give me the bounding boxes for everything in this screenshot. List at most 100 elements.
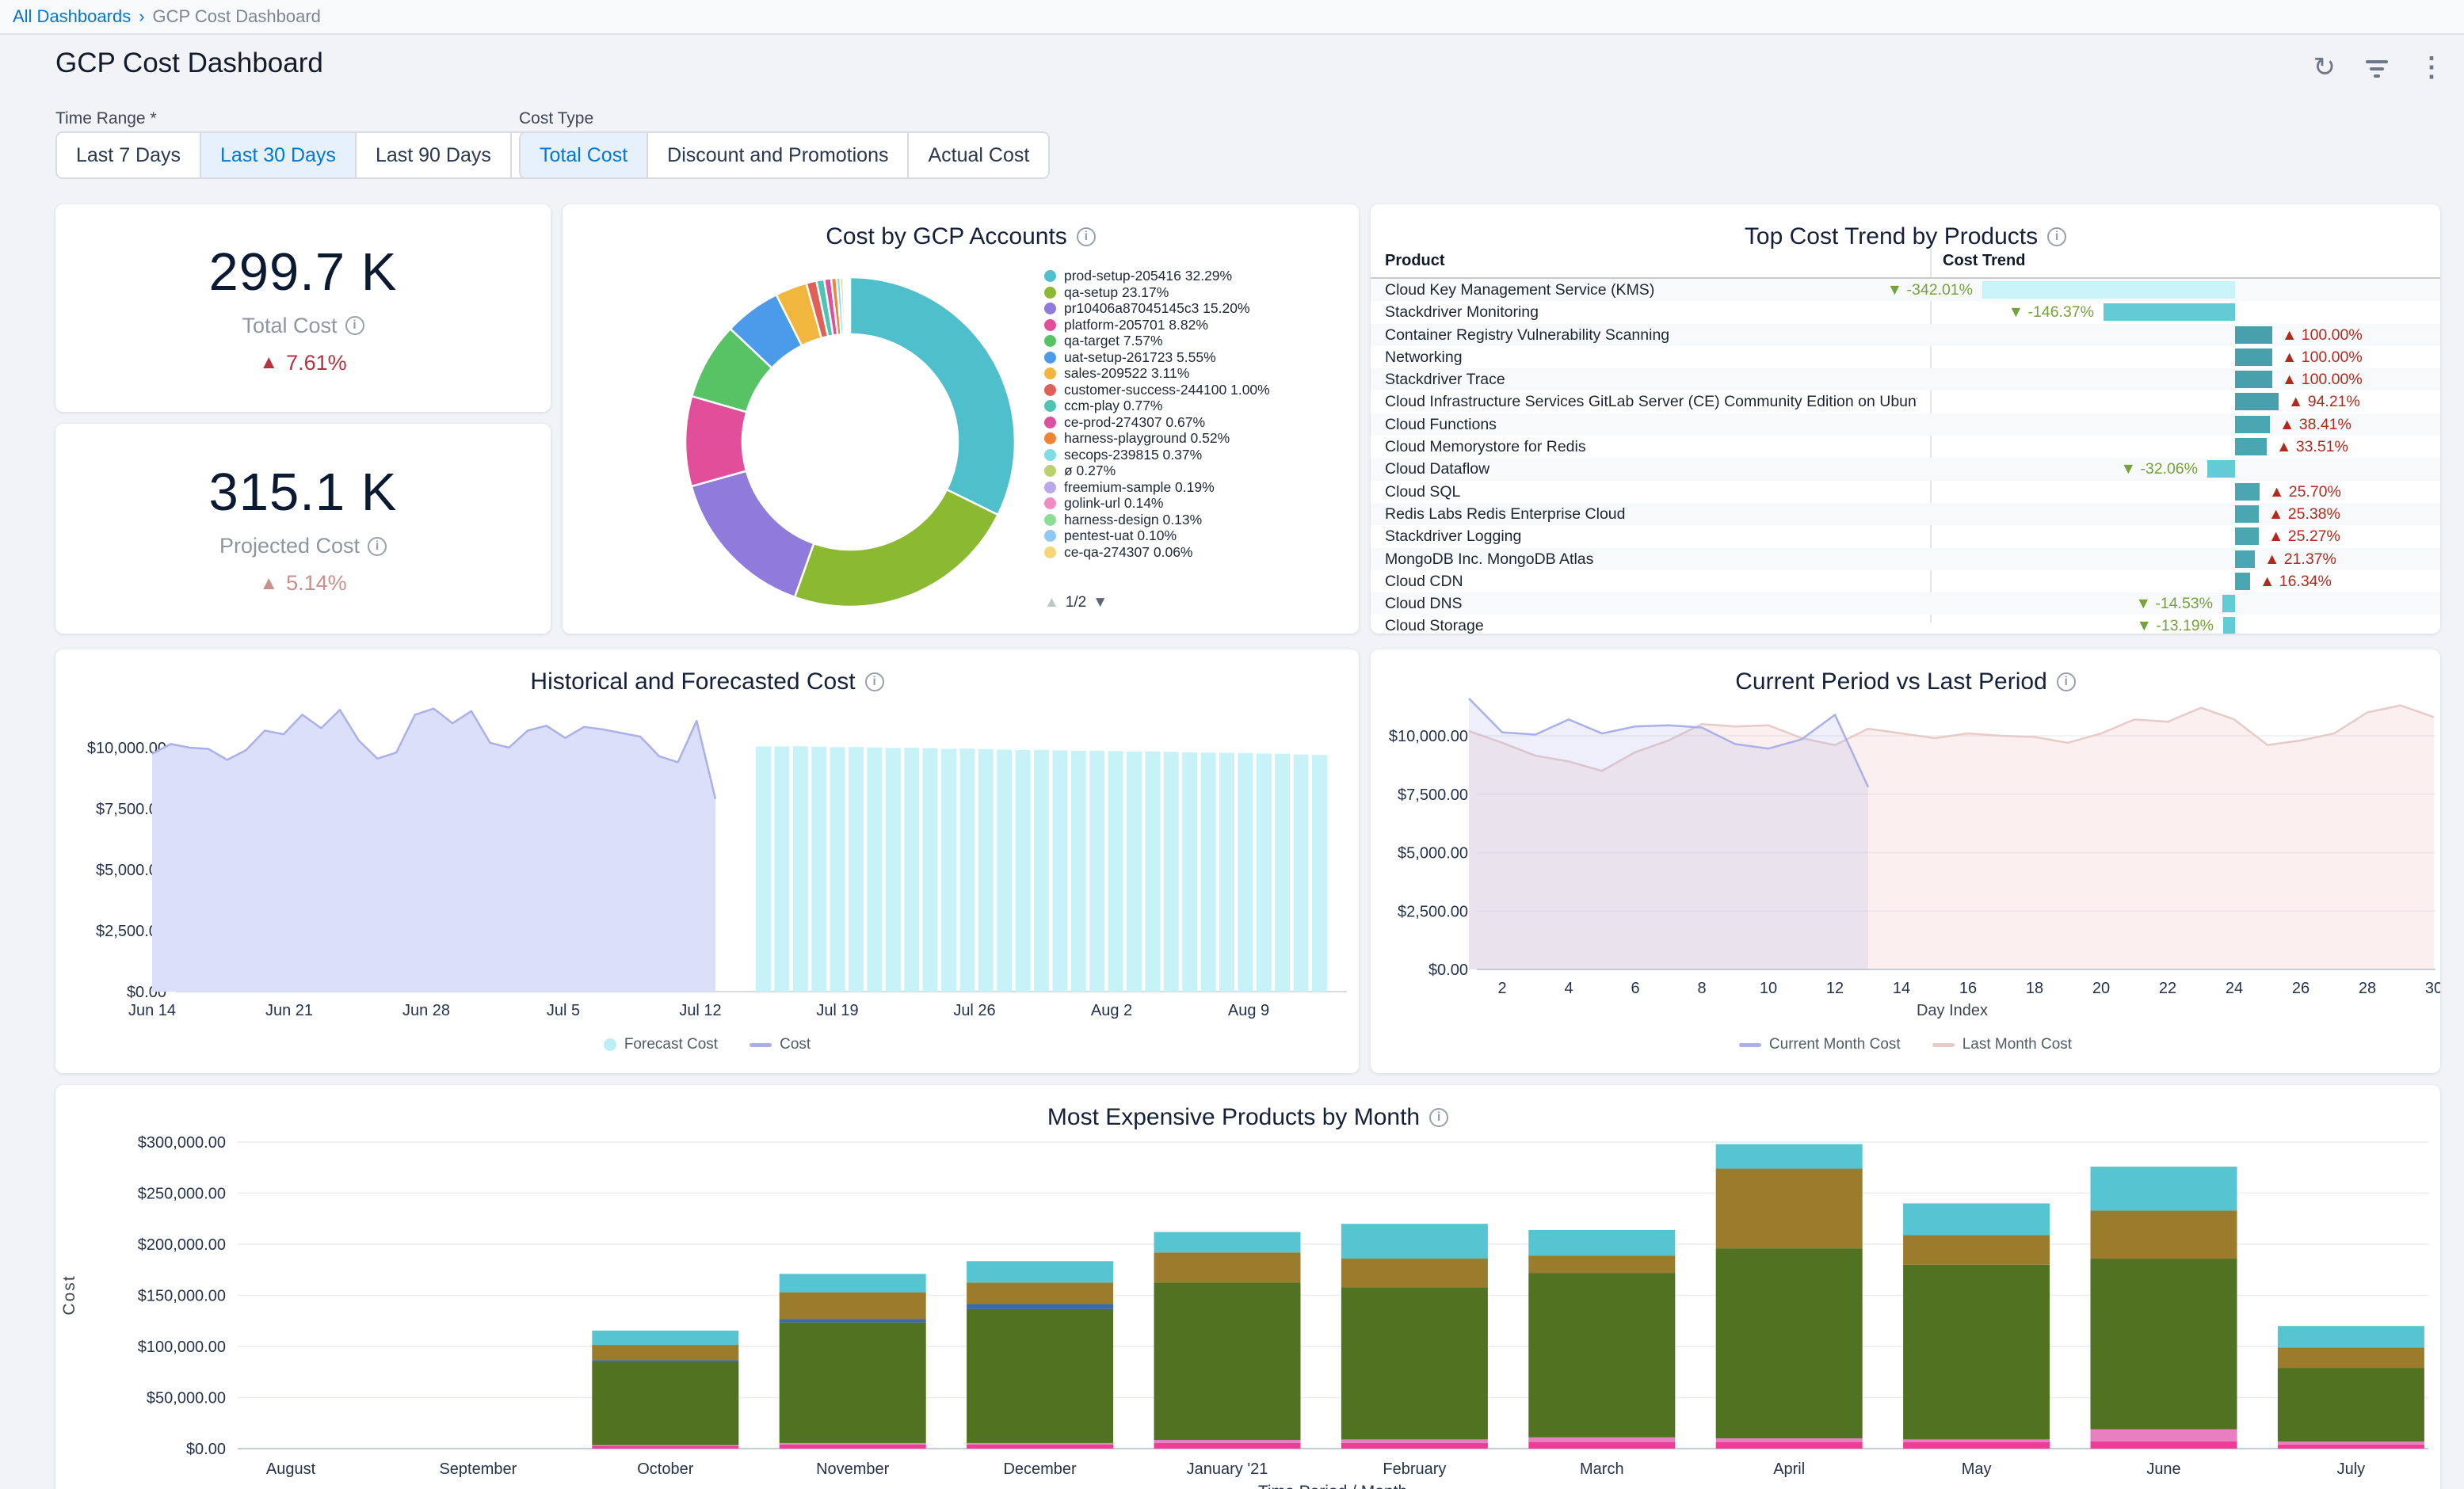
trend-bar <box>2223 617 2235 634</box>
legend-item[interactable]: golink-url 0.14% <box>1044 495 1339 512</box>
legend-page-up-icon[interactable]: ▲ <box>1044 594 1059 611</box>
total-cost-value: 299.7 K <box>209 242 398 303</box>
svg-text:$0.00: $0.00 <box>186 1441 226 1458</box>
legend-item[interactable]: Last Month Cost <box>1932 1036 2072 1053</box>
trend-bar <box>2222 595 2235 612</box>
svg-text:May: May <box>1962 1460 1992 1478</box>
product-name: Cloud Functions <box>1385 416 1497 434</box>
svg-text:10: 10 <box>1760 980 1777 997</box>
legend-item[interactable]: uat-setup-261723 5.55% <box>1044 349 1339 366</box>
trend-percent: ▲ 33.51% <box>2276 438 2348 456</box>
gcp-cost-dashboard-page: All Dashboards › GCP Cost Dashboard GCP … <box>0 0 2464 1489</box>
table-row[interactable]: Cloud Memorystore for Redis ▲ 33.51% <box>1371 436 2440 458</box>
table-row[interactable]: Cloud Infrastructure Services GitLab Ser… <box>1371 390 2440 413</box>
legend-swatch <box>1044 432 1056 444</box>
product-name: Cloud Storage <box>1385 617 1484 634</box>
table-row[interactable]: Stackdriver Logging▲ 25.27% <box>1371 525 2440 547</box>
time-range-last-7-days[interactable]: Last 7 Days <box>57 133 200 177</box>
svg-text:$0.00: $0.00 <box>1428 962 1468 979</box>
column-header-cost-trend[interactable]: Cost Trend <box>1943 252 2025 270</box>
table-row[interactable]: Cloud Storage ▼ -13.19% <box>1371 615 2440 634</box>
trend-percent: ▲ 100.00% <box>2282 371 2363 389</box>
trend-bar <box>2235 438 2267 455</box>
legend-item[interactable]: qa-setup 23.17% <box>1044 284 1339 301</box>
breadcrumb-all-dashboards-link[interactable]: All Dashboards <box>13 6 131 27</box>
legend-label: prod-setup-205416 32.29% <box>1064 268 1232 284</box>
legend-swatch <box>1044 303 1056 314</box>
svg-text:December: December <box>1003 1460 1077 1478</box>
table-row[interactable]: Cloud Key Management Service (KMS)▼ -342… <box>1371 279 2440 301</box>
legend-item[interactable]: Forecast Cost <box>604 1036 718 1053</box>
table-row[interactable]: Container Registry Vulnerability Scannin… <box>1371 324 2440 346</box>
legend-item[interactable]: secops-239815 0.37% <box>1044 447 1339 463</box>
svg-text:$7,500.00: $7,500.00 <box>1398 786 1468 804</box>
legend-swatch <box>1044 335 1056 347</box>
legend-item[interactable]: ø 0.27% <box>1044 463 1339 479</box>
svg-text:6: 6 <box>1631 980 1639 997</box>
legend-item[interactable]: Current Month Cost <box>1739 1036 1901 1053</box>
table-row[interactable]: Cloud Dataflow▼ -32.06% <box>1371 458 2440 480</box>
time-range-last-30-days[interactable]: Last 30 Days <box>200 133 355 177</box>
breadcrumb-chevron-icon: › <box>139 6 144 27</box>
time-range-last-90-days[interactable]: Last 90 Days <box>355 133 510 177</box>
info-icon[interactable]: i <box>1077 227 1096 246</box>
total-cost-delta: 7.61% <box>286 351 347 375</box>
svg-text:$250,000.00: $250,000.00 <box>138 1186 226 1203</box>
svg-text:2: 2 <box>1497 980 1506 997</box>
legend-item[interactable]: harness-design 0.13% <box>1044 512 1339 528</box>
svg-text:Jul 19: Jul 19 <box>816 1002 858 1019</box>
legend-page-down-icon[interactable]: ▼ <box>1093 594 1108 611</box>
svg-text:Jul 26: Jul 26 <box>953 1002 995 1019</box>
legend-item[interactable]: freemium-sample 0.19% <box>1044 479 1339 496</box>
table-row[interactable]: Cloud DNS▼ -14.53% <box>1371 592 2440 615</box>
table-row[interactable]: Stackdriver Trace▲ 100.00% <box>1371 368 2440 390</box>
legend-item[interactable]: pentest-uat 0.10% <box>1044 527 1339 544</box>
table-row[interactable]: Stackdriver Monitoring▼ -146.37% <box>1371 301 2440 323</box>
product-name: Cloud Memorystore for Redis <box>1385 438 1586 456</box>
trend-bar <box>2235 416 2270 433</box>
legend-item[interactable]: harness-playground 0.52% <box>1044 430 1339 447</box>
legend-label: harness-playground 0.52% <box>1064 430 1230 447</box>
projected-cost-value: 315.1 K <box>209 462 398 523</box>
cost-type-actual-cost[interactable]: Actual Cost <box>907 133 1048 177</box>
legend-item[interactable]: Cost <box>749 1036 811 1053</box>
current-vs-last-card: Current Period vs Last Periodi $0.00$2,5… <box>1371 649 2440 1073</box>
info-icon[interactable]: i <box>345 316 364 335</box>
legend-item[interactable]: ccm-play 0.77% <box>1044 398 1339 414</box>
trend-bar <box>2235 371 2272 388</box>
legend-item[interactable]: ce-qa-274307 0.06% <box>1044 544 1339 561</box>
cost-by-gcp-accounts-card: Cost by GCP Accountsi prod-setup-205416 … <box>563 204 1359 634</box>
column-header-product[interactable]: Product <box>1385 252 1445 270</box>
more-menu-icon[interactable]: ⋮ <box>2418 54 2445 81</box>
info-icon[interactable]: i <box>2047 227 2066 246</box>
trend-percent: ▼ -13.19% <box>2137 617 2214 634</box>
table-row[interactable]: Networking▲ 100.00% <box>1371 346 2440 368</box>
table-row[interactable]: Cloud CDN▲ 16.34% <box>1371 570 2440 592</box>
trend-percent: ▼ -14.53% <box>2136 595 2213 613</box>
trend-percent: ▼ -32.06% <box>2121 460 2198 478</box>
legend-swatch <box>1044 514 1056 526</box>
table-row[interactable]: Redis Labs Redis Enterprise Cloud▲ 25.38… <box>1371 503 2440 525</box>
legend-item[interactable]: ce-prod-274307 0.67% <box>1044 414 1339 431</box>
legend-label: ccm-play 0.77% <box>1064 398 1163 414</box>
legend-item[interactable]: pr10406a87045145c3 15.20% <box>1044 300 1339 317</box>
cost-type-discount-and-promotions[interactable]: Discount and Promotions <box>647 133 907 177</box>
filter-icon[interactable] <box>2366 57 2388 78</box>
legend-item[interactable]: customer-success-244100 1.00% <box>1044 382 1339 398</box>
kpi-card-total-cost: 299.7 K Total Costi ▲7.61% <box>55 204 551 412</box>
legend-item[interactable]: qa-target 7.57% <box>1044 333 1339 349</box>
legend-swatch <box>1044 449 1056 461</box>
table-row[interactable]: Cloud Functions▲ 38.41% <box>1371 413 2440 436</box>
table-row[interactable]: Cloud SQL▲ 25.70% <box>1371 481 2440 503</box>
table-row[interactable]: MongoDB Inc. MongoDB Atlas▲ 21.37% <box>1371 548 2440 570</box>
cost-type-total-cost[interactable]: Total Cost <box>521 133 647 177</box>
top-cost-trend-title: Top Cost Trend by Products <box>1745 223 2038 250</box>
refresh-icon[interactable]: ↻ <box>2313 54 2336 81</box>
legend-item[interactable]: prod-setup-205416 32.29% <box>1044 268 1339 284</box>
most-expensive-products-chart: $0.00$50,000.00$100,000.00$150,000.00$20… <box>55 1085 2440 1489</box>
svg-text:$150,000.00: $150,000.00 <box>138 1288 226 1305</box>
legend-item[interactable]: platform-205701 8.82% <box>1044 317 1339 333</box>
info-icon[interactable]: i <box>368 537 387 556</box>
legend-label: qa-setup 23.17% <box>1064 284 1169 301</box>
legend-item[interactable]: sales-209522 3.11% <box>1044 365 1339 382</box>
